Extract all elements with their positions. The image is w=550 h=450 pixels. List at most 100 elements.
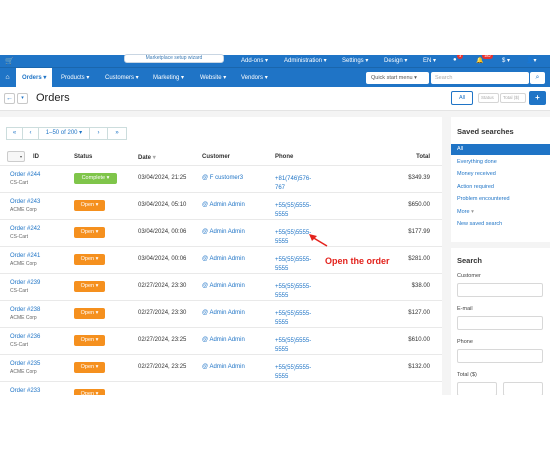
notifications-icon[interactable]: ● 3	[453, 55, 464, 63]
status-dropdown[interactable]: Open ▾	[74, 227, 105, 238]
table-row[interactable]: Order #239 CS-Cart Open ▾ 02/27/2024, 23:30…	[0, 273, 442, 300]
customer-link[interactable]: @ Admin Admin	[202, 229, 245, 235]
order-link[interactable]: Order #239	[10, 280, 40, 286]
search-icon[interactable]: ⌕	[530, 72, 545, 84]
saved-search-all[interactable]: All	[451, 144, 550, 155]
order-link[interactable]: Order #236	[10, 334, 40, 340]
order-link[interactable]: Order #235	[10, 361, 40, 367]
quick-start-menu[interactable]: Quick start menu ▾	[366, 72, 429, 84]
customer-name: F customer3	[209, 175, 244, 181]
customer-link[interactable]: @ F customer3	[202, 175, 243, 181]
table-row[interactable]: Order #236 CS-Cart Open ▾ 02/27/2024, 23:25…	[0, 327, 442, 354]
nav-vendors[interactable]: Vendors ▾	[241, 74, 268, 81]
total-filter[interactable]: Total ($)	[500, 93, 526, 103]
user-icon[interactable]: 👤▾	[526, 57, 536, 64]
order-link[interactable]: Order #243	[10, 199, 40, 205]
phone-link[interactable]: +55(55)5555-5555	[275, 202, 319, 220]
customer-link[interactable]: @ Admin Admin	[202, 337, 245, 343]
table-row[interactable]: Order #235 ACME Corp Open ▾ 02/27/2024, 23:…	[0, 354, 442, 381]
table-row[interactable]: Order #242 CS-Cart Open ▾ 03/04/2024, 00:06…	[0, 219, 442, 246]
main-nav-bar: ⌂ Orders ▾ Products ▾ Customers ▾ Market…	[0, 67, 550, 88]
prev-page-button[interactable]: ‹	[22, 127, 39, 140]
table-row[interactable]: Order #243 ACME Corp Open ▾ 03/04/2024, 05:…	[0, 192, 442, 219]
company-name: CS-Cart	[10, 288, 29, 294]
saved-search-problem[interactable]: Problem encountered	[457, 196, 510, 202]
topnav-design[interactable]: Design ▾	[384, 57, 407, 64]
select-all-checkbox[interactable]: ▾	[7, 151, 25, 162]
phone-link[interactable]: +81(746)576-767	[275, 175, 319, 193]
saved-search-action-required[interactable]: Action required	[457, 184, 494, 190]
status-filter[interactable]: Status	[478, 93, 499, 103]
phone-link[interactable]: +55(55)5555-5555	[275, 337, 319, 355]
saved-search-more[interactable]: More ▾	[457, 209, 474, 215]
phone-field[interactable]	[457, 349, 543, 363]
table-row[interactable]: Order #233 Open ▾	[0, 381, 442, 395]
order-link[interactable]: Order #242	[10, 226, 40, 232]
order-link[interactable]: Order #241	[10, 253, 40, 259]
back-arrow-icon[interactable]: ←	[4, 93, 15, 104]
nav-marketing[interactable]: Marketing ▾	[153, 74, 184, 81]
table-row[interactable]: Order #244 CS-Cart Complete ▾ 03/04/2024, 2…	[0, 165, 442, 192]
status-label: Complete	[81, 175, 106, 181]
admin-frame: 🛒 Add-ons ▾ Administration ▾ Settings ▾ …	[0, 55, 550, 395]
total-to-field[interactable]	[503, 382, 543, 395]
order-link[interactable]: Order #238	[10, 307, 40, 313]
status-dropdown[interactable]: Open ▾	[74, 254, 105, 265]
col-total[interactable]: Total	[416, 154, 430, 160]
saved-search-money-received[interactable]: Money received	[457, 171, 496, 177]
phone-link[interactable]: +55(55)5555-5555	[275, 256, 319, 274]
customer-link[interactable]: @ Admin Admin	[202, 364, 245, 370]
phone-link[interactable]: +55(55)5555-5555	[275, 283, 319, 301]
all-filter-button[interactable]: All	[451, 91, 473, 105]
col-status[interactable]: Status	[74, 154, 92, 160]
page-range[interactable]: 1–50 of 200 ▾	[38, 127, 90, 140]
bell-icon[interactable]: 🔔 182	[476, 55, 493, 64]
status-dropdown[interactable]: Open ▾	[74, 308, 105, 319]
saved-search-everything-done[interactable]: Everything done	[457, 159, 497, 165]
home-icon[interactable]: ⌂	[0, 68, 15, 88]
phone-link[interactable]: +55(55)5555-5555	[275, 310, 319, 328]
topnav-settings[interactable]: Settings ▾	[342, 57, 368, 64]
marketplace-wizard-tab[interactable]: Marketplace setup wizard	[124, 54, 224, 63]
status-label: Open	[80, 229, 95, 235]
status-dropdown[interactable]: Complete ▾	[74, 173, 117, 184]
order-total: $38.00	[411, 283, 430, 289]
status-dropdown[interactable]: Open ▾	[74, 362, 105, 373]
topnav-administration[interactable]: Administration ▾	[284, 57, 327, 64]
customer-field[interactable]	[457, 283, 543, 297]
search-input[interactable]: Search	[431, 72, 529, 84]
new-saved-search-link[interactable]: New saved search	[457, 221, 502, 227]
status-dropdown[interactable]: Open ▾	[74, 389, 105, 395]
next-page-button[interactable]: ›	[89, 127, 108, 140]
first-page-button[interactable]: «	[6, 127, 23, 140]
add-order-button[interactable]: +	[529, 91, 546, 105]
col-date[interactable]: Date ▾	[138, 154, 156, 161]
nav-products[interactable]: Products ▾	[61, 74, 89, 81]
col-phone[interactable]: Phone	[275, 154, 293, 160]
topnav-addons[interactable]: Add-ons ▾	[241, 57, 268, 64]
customer-link[interactable]: @ Admin Admin	[202, 202, 245, 208]
nav-website[interactable]: Website ▾	[200, 74, 226, 81]
chevron-down-icon[interactable]: ▾	[17, 93, 28, 104]
customer-link[interactable]: @ Admin Admin	[202, 310, 245, 316]
order-total: $281.00	[408, 256, 430, 262]
table-row[interactable]: Order #238 ACME Corp Open ▾ 02/27/2024, 23:…	[0, 300, 442, 327]
currency-selector[interactable]: $ ▾	[502, 57, 510, 64]
topnav-language[interactable]: EN ▾	[423, 57, 436, 64]
customer-link[interactable]: @ Admin Admin	[202, 256, 245, 262]
total-from-field[interactable]	[457, 382, 497, 395]
email-field[interactable]	[457, 316, 543, 330]
customer-link[interactable]: @ Admin Admin	[202, 283, 245, 289]
order-link[interactable]: Order #233	[10, 388, 40, 394]
col-id[interactable]: ID	[33, 154, 39, 160]
status-dropdown[interactable]: Open ▾	[74, 281, 105, 292]
phone-link[interactable]: +55(55)5555-5555	[275, 364, 319, 382]
order-link[interactable]: Order #244	[10, 172, 40, 178]
nav-orders[interactable]: Orders ▾	[16, 68, 53, 88]
last-page-button[interactable]: »	[107, 127, 127, 140]
shopping-cart-icon[interactable]: 🛒	[5, 57, 14, 65]
col-customer[interactable]: Customer	[202, 154, 230, 160]
status-dropdown[interactable]: Open ▾	[74, 335, 105, 346]
status-dropdown[interactable]: Open ▾	[74, 200, 105, 211]
nav-customers[interactable]: Customers ▾	[105, 74, 139, 81]
